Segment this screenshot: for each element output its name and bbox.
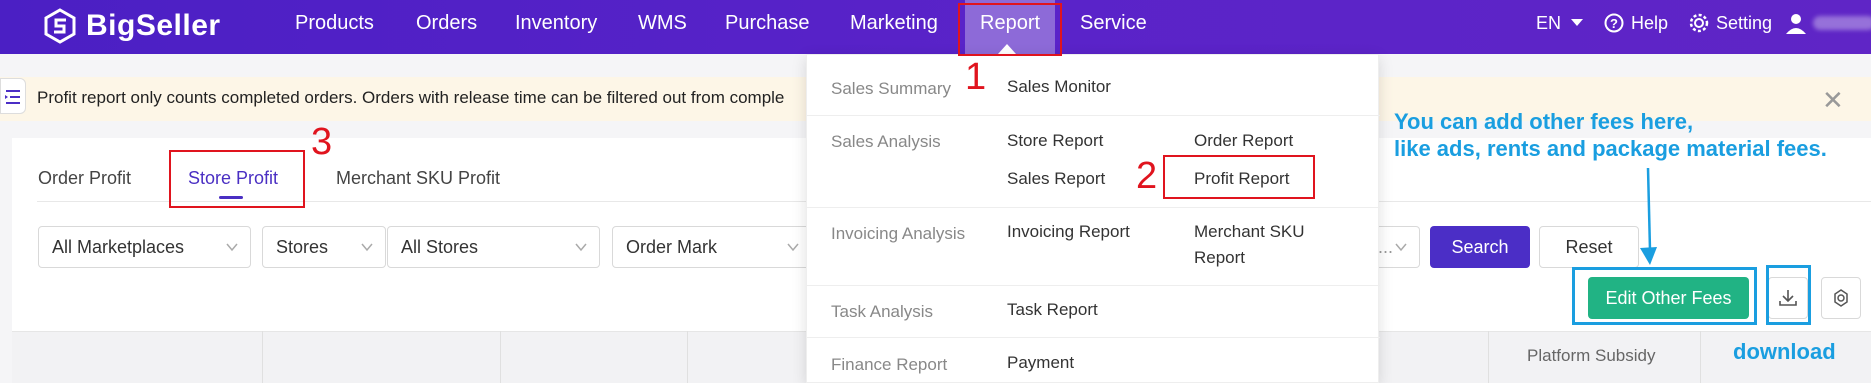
order-mark-value: Order Mark <box>626 237 718 257</box>
column-divider <box>500 331 501 383</box>
annotation-box-report <box>958 3 1062 56</box>
chevron-down-icon <box>787 243 799 252</box>
stores-select[interactable]: All Stores <box>387 226 600 268</box>
nav-marketing[interactable]: Marketing <box>850 0 938 54</box>
annotation-arrow-icon <box>1640 168 1657 265</box>
column-divider <box>262 331 263 383</box>
stores-type-select[interactable]: Stores <box>262 226 386 268</box>
chevron-down-icon <box>1395 243 1407 252</box>
bigseller-logo-icon <box>44 8 76 44</box>
user-menu[interactable] <box>1785 0 1871 46</box>
annotation-fees-note-line2: like ads, rents and package material fee… <box>1394 136 1827 161</box>
svg-text:?: ? <box>1610 16 1618 31</box>
menu-category-invoicing-analysis: Invoicing Analysis <box>831 224 966 243</box>
menu-divider <box>807 285 1380 286</box>
menu-link-sales-monitor[interactable]: Sales Monitor <box>1007 74 1111 100</box>
menu-link-sales-report[interactable]: Sales Report <box>1007 166 1105 192</box>
annotation-box-store-profit <box>169 150 305 208</box>
report-dropdown-menu: Sales Summary Sales Monitor Sales Analys… <box>806 54 1380 383</box>
sidebar-toggle[interactable] <box>0 78 26 114</box>
tab-order-profit[interactable]: Order Profit <box>38 168 131 189</box>
menu-category-sales-analysis: Sales Analysis <box>831 132 941 151</box>
annotation-step-3: 3 <box>311 121 333 163</box>
menu-divider <box>807 337 1380 338</box>
help-label: Help <box>1631 12 1669 33</box>
marketplace-select[interactable]: All Marketplaces <box>38 226 251 268</box>
stores-value: All Stores <box>401 237 479 257</box>
menu-link-invoicing-report[interactable]: Invoicing Report <box>1007 219 1130 245</box>
reset-button[interactable]: Reset <box>1539 226 1639 268</box>
top-navigation-bar: BigSeller Products Orders Inventory WMS … <box>0 0 1871 54</box>
caret-down-icon <box>1571 19 1584 26</box>
bigseller-logo[interactable]: BigSeller <box>42 6 221 46</box>
menu-link-payment[interactable]: Payment <box>1007 350 1074 376</box>
annotation-box-profit-report <box>1163 155 1315 199</box>
menu-link-merchant-sku-report[interactable]: Merchant SKU Report <box>1194 219 1344 271</box>
setting-label: Setting <box>1716 12 1773 33</box>
close-icon[interactable]: ✕ <box>1822 85 1844 116</box>
order-mark-select[interactable]: Order Mark <box>612 226 812 268</box>
annotation-step-2: 2 <box>1136 155 1158 197</box>
language-selector[interactable]: EN <box>1536 0 1584 46</box>
menu-link-order-report[interactable]: Order Report <box>1194 128 1293 154</box>
menu-link-task-report[interactable]: Task Report <box>1007 297 1098 323</box>
nav-purchase[interactable]: Purchase <box>725 0 810 54</box>
setting-link[interactable]: Setting <box>1689 0 1772 46</box>
logo-text: BigSeller <box>86 9 221 42</box>
chevron-down-icon <box>575 243 587 252</box>
extra-filter-value: ... <box>1378 237 1394 257</box>
menu-link-store-report[interactable]: Store Report <box>1007 128 1103 154</box>
column-divider <box>687 331 688 383</box>
chevron-down-icon <box>226 243 238 252</box>
gear-icon <box>1689 13 1709 33</box>
language-label: EN <box>1536 12 1562 33</box>
menu-category-sales-summary: Sales Summary <box>831 79 951 98</box>
help-link[interactable]: ? Help <box>1604 0 1668 46</box>
menu-expand-icon <box>5 90 20 104</box>
annotation-box-edit-fees <box>1572 267 1757 325</box>
nav-orders[interactable]: Orders <box>416 0 477 54</box>
tab-merchant-sku-profit[interactable]: Merchant SKU Profit <box>336 168 500 189</box>
annotation-fees-note-line1: You can add other fees here, <box>1394 109 1694 134</box>
menu-divider <box>807 115 1380 116</box>
nav-products[interactable]: Products <box>295 0 374 54</box>
column-divider <box>1700 331 1701 383</box>
settings-icon <box>1834 289 1848 307</box>
menu-divider <box>807 207 1380 208</box>
user-icon <box>1786 14 1806 34</box>
nav-service[interactable]: Service <box>1080 0 1147 54</box>
notice-text: Profit report only counts completed orde… <box>37 88 785 107</box>
nav-wms[interactable]: WMS <box>638 0 687 54</box>
annotation-step-1: 1 <box>965 56 987 98</box>
stores-type-value: Stores <box>276 237 329 257</box>
menu-category-task-analysis: Task Analysis <box>831 302 934 321</box>
help-icon: ? <box>1604 13 1624 33</box>
chevron-down-icon <box>361 243 373 252</box>
marketplace-value: All Marketplaces <box>52 237 185 257</box>
column-header-platform-subsidy: Platform Subsidy <box>1527 346 1656 365</box>
column-divider <box>1488 331 1489 383</box>
username-blurred <box>1813 16 1871 30</box>
annotation-download-label: download <box>1733 339 1836 364</box>
nav-inventory[interactable]: Inventory <box>515 0 597 54</box>
search-button[interactable]: Search <box>1430 226 1530 268</box>
menu-category-finance-report: Finance Report <box>831 355 948 374</box>
column-settings-button[interactable] <box>1821 277 1861 319</box>
annotation-box-download <box>1766 265 1811 325</box>
